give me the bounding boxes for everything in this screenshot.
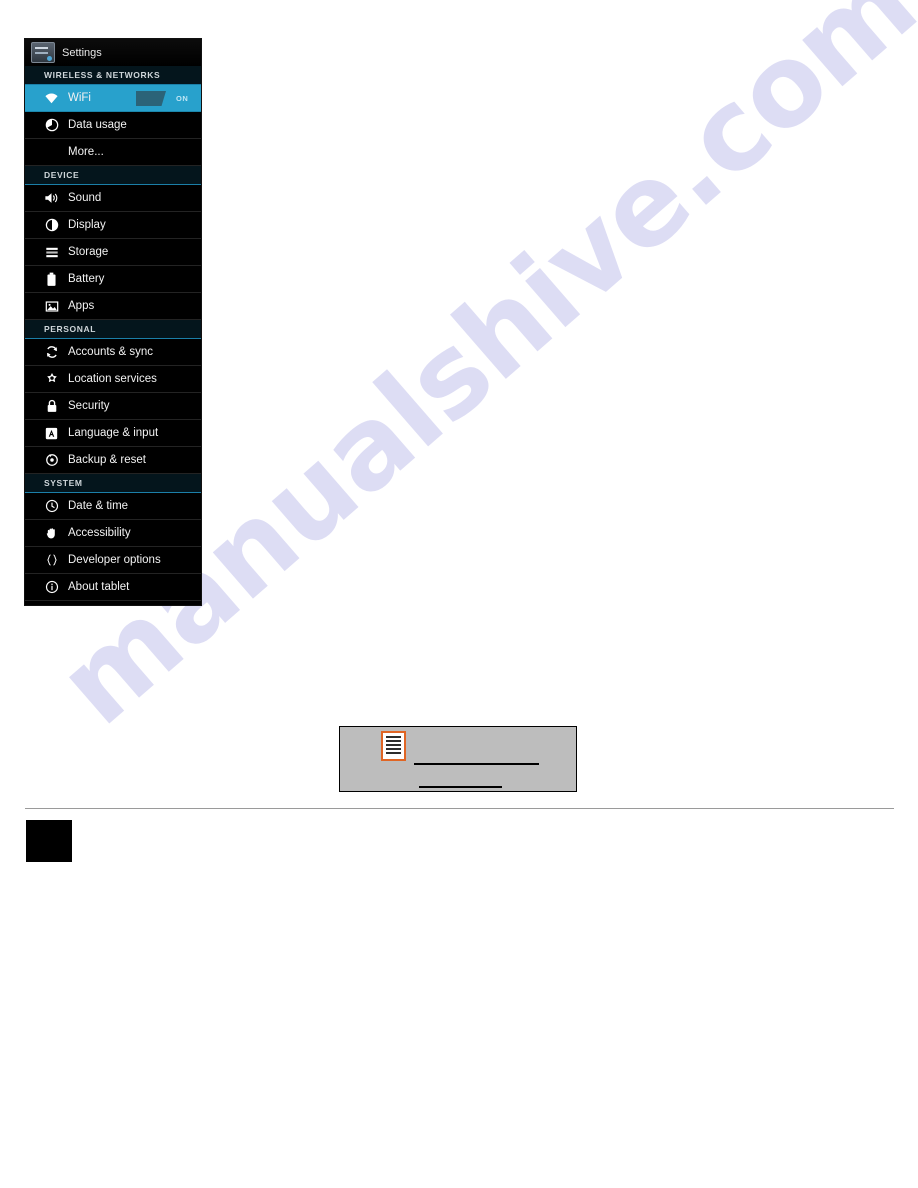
sidebar-item-display[interactable]: Display: [25, 212, 201, 239]
sidebar-item-storage[interactable]: Storage: [25, 239, 201, 266]
sidebar-item-more[interactable]: More...: [25, 139, 201, 166]
callout-rule-top: [414, 763, 539, 765]
list-line: [386, 752, 401, 754]
sidebar-item-label: About tablet: [68, 581, 130, 593]
sidebar-item-label: Accessibility: [68, 527, 131, 539]
sidebar-item-battery[interactable]: Battery: [25, 266, 201, 293]
sidebar-item-label: Display: [68, 219, 106, 231]
info-icon: [44, 580, 59, 595]
sidebar-item-date-time[interactable]: Date & time: [25, 493, 201, 520]
sound-icon: [44, 191, 59, 206]
sidebar-item-label: More...: [68, 146, 104, 158]
list-line: [386, 740, 401, 742]
sidebar-item-apps[interactable]: Apps: [25, 293, 201, 320]
wifi-toggle-state: ON: [176, 94, 189, 103]
sidebar-item-label: Developer options: [68, 554, 161, 566]
section-header-personal: PERSONAL: [25, 320, 201, 339]
footer-divider: [25, 808, 894, 809]
sidebar-item-data-usage[interactable]: Data usage: [25, 112, 201, 139]
hand-icon: [44, 526, 59, 541]
braces-icon: [44, 553, 59, 568]
sidebar-item-label: Location services: [68, 373, 157, 385]
lock-icon: [44, 399, 59, 414]
sidebar-item-label: Backup & reset: [68, 454, 146, 466]
wifi-icon: [44, 91, 59, 106]
sidebar-item-language-input[interactable]: Language & input: [25, 420, 201, 447]
sidebar-item-wifi[interactable]: WiFi ON: [25, 85, 201, 112]
sidebar-item-label: WiFi: [68, 92, 91, 104]
sidebar-item-accessibility[interactable]: Accessibility: [25, 520, 201, 547]
list-line: [386, 744, 401, 746]
sidebar-item-label: Battery: [68, 273, 105, 285]
apps-icon: [44, 299, 59, 314]
battery-icon: [44, 272, 59, 287]
language-icon: [44, 426, 59, 441]
clock-icon: [44, 499, 59, 514]
android-settings-panel: Settings WIRELESS & NETWORKS WiFi ON Dat…: [24, 38, 202, 606]
sidebar-item-label: Language & input: [68, 427, 159, 439]
sidebar-item-label: Storage: [68, 246, 109, 258]
sidebar-item-about-tablet[interactable]: About tablet: [25, 574, 201, 601]
sidebar-item-security[interactable]: Security: [25, 393, 201, 420]
app-bar-title: Settings: [62, 46, 102, 59]
sidebar-item-label: Accounts & sync: [68, 346, 154, 358]
section-header-wireless: WIRELESS & NETWORKS: [25, 66, 201, 85]
wifi-toggle[interactable]: ON: [136, 91, 196, 106]
sidebar-item-label: Date & time: [68, 500, 129, 512]
sidebar-item-label: Sound: [68, 192, 102, 204]
display-icon: [44, 218, 59, 233]
list-document-icon: [381, 731, 406, 761]
sidebar-item-label: Apps: [68, 300, 95, 312]
app-bar: Settings: [25, 39, 201, 66]
section-header-system: SYSTEM: [25, 474, 201, 493]
backup-reset-icon: [44, 453, 59, 468]
list-line: [386, 736, 401, 738]
sidebar-item-label: Data usage: [68, 119, 127, 131]
location-icon: [44, 372, 59, 387]
callout-rule-bottom: [419, 786, 502, 788]
sidebar-item-location-services[interactable]: Location services: [25, 366, 201, 393]
storage-icon: [44, 245, 59, 260]
sidebar-item-developer-options[interactable]: Developer options: [25, 547, 201, 574]
section-header-device: DEVICE: [25, 166, 201, 185]
data-usage-icon: [44, 118, 59, 133]
sidebar-item-accounts-sync[interactable]: Accounts & sync: [25, 339, 201, 366]
wifi-toggle-knob: [136, 91, 166, 106]
footer-black-block: [26, 820, 72, 862]
list-line: [386, 748, 401, 750]
settings-app-icon: [31, 42, 55, 63]
sidebar-item-sound[interactable]: Sound: [25, 185, 201, 212]
sidebar-item-backup-reset[interactable]: Backup & reset: [25, 447, 201, 474]
sidebar-item-label: Security: [68, 400, 110, 412]
sync-icon: [44, 345, 59, 360]
figure-callout-box: [339, 726, 577, 792]
